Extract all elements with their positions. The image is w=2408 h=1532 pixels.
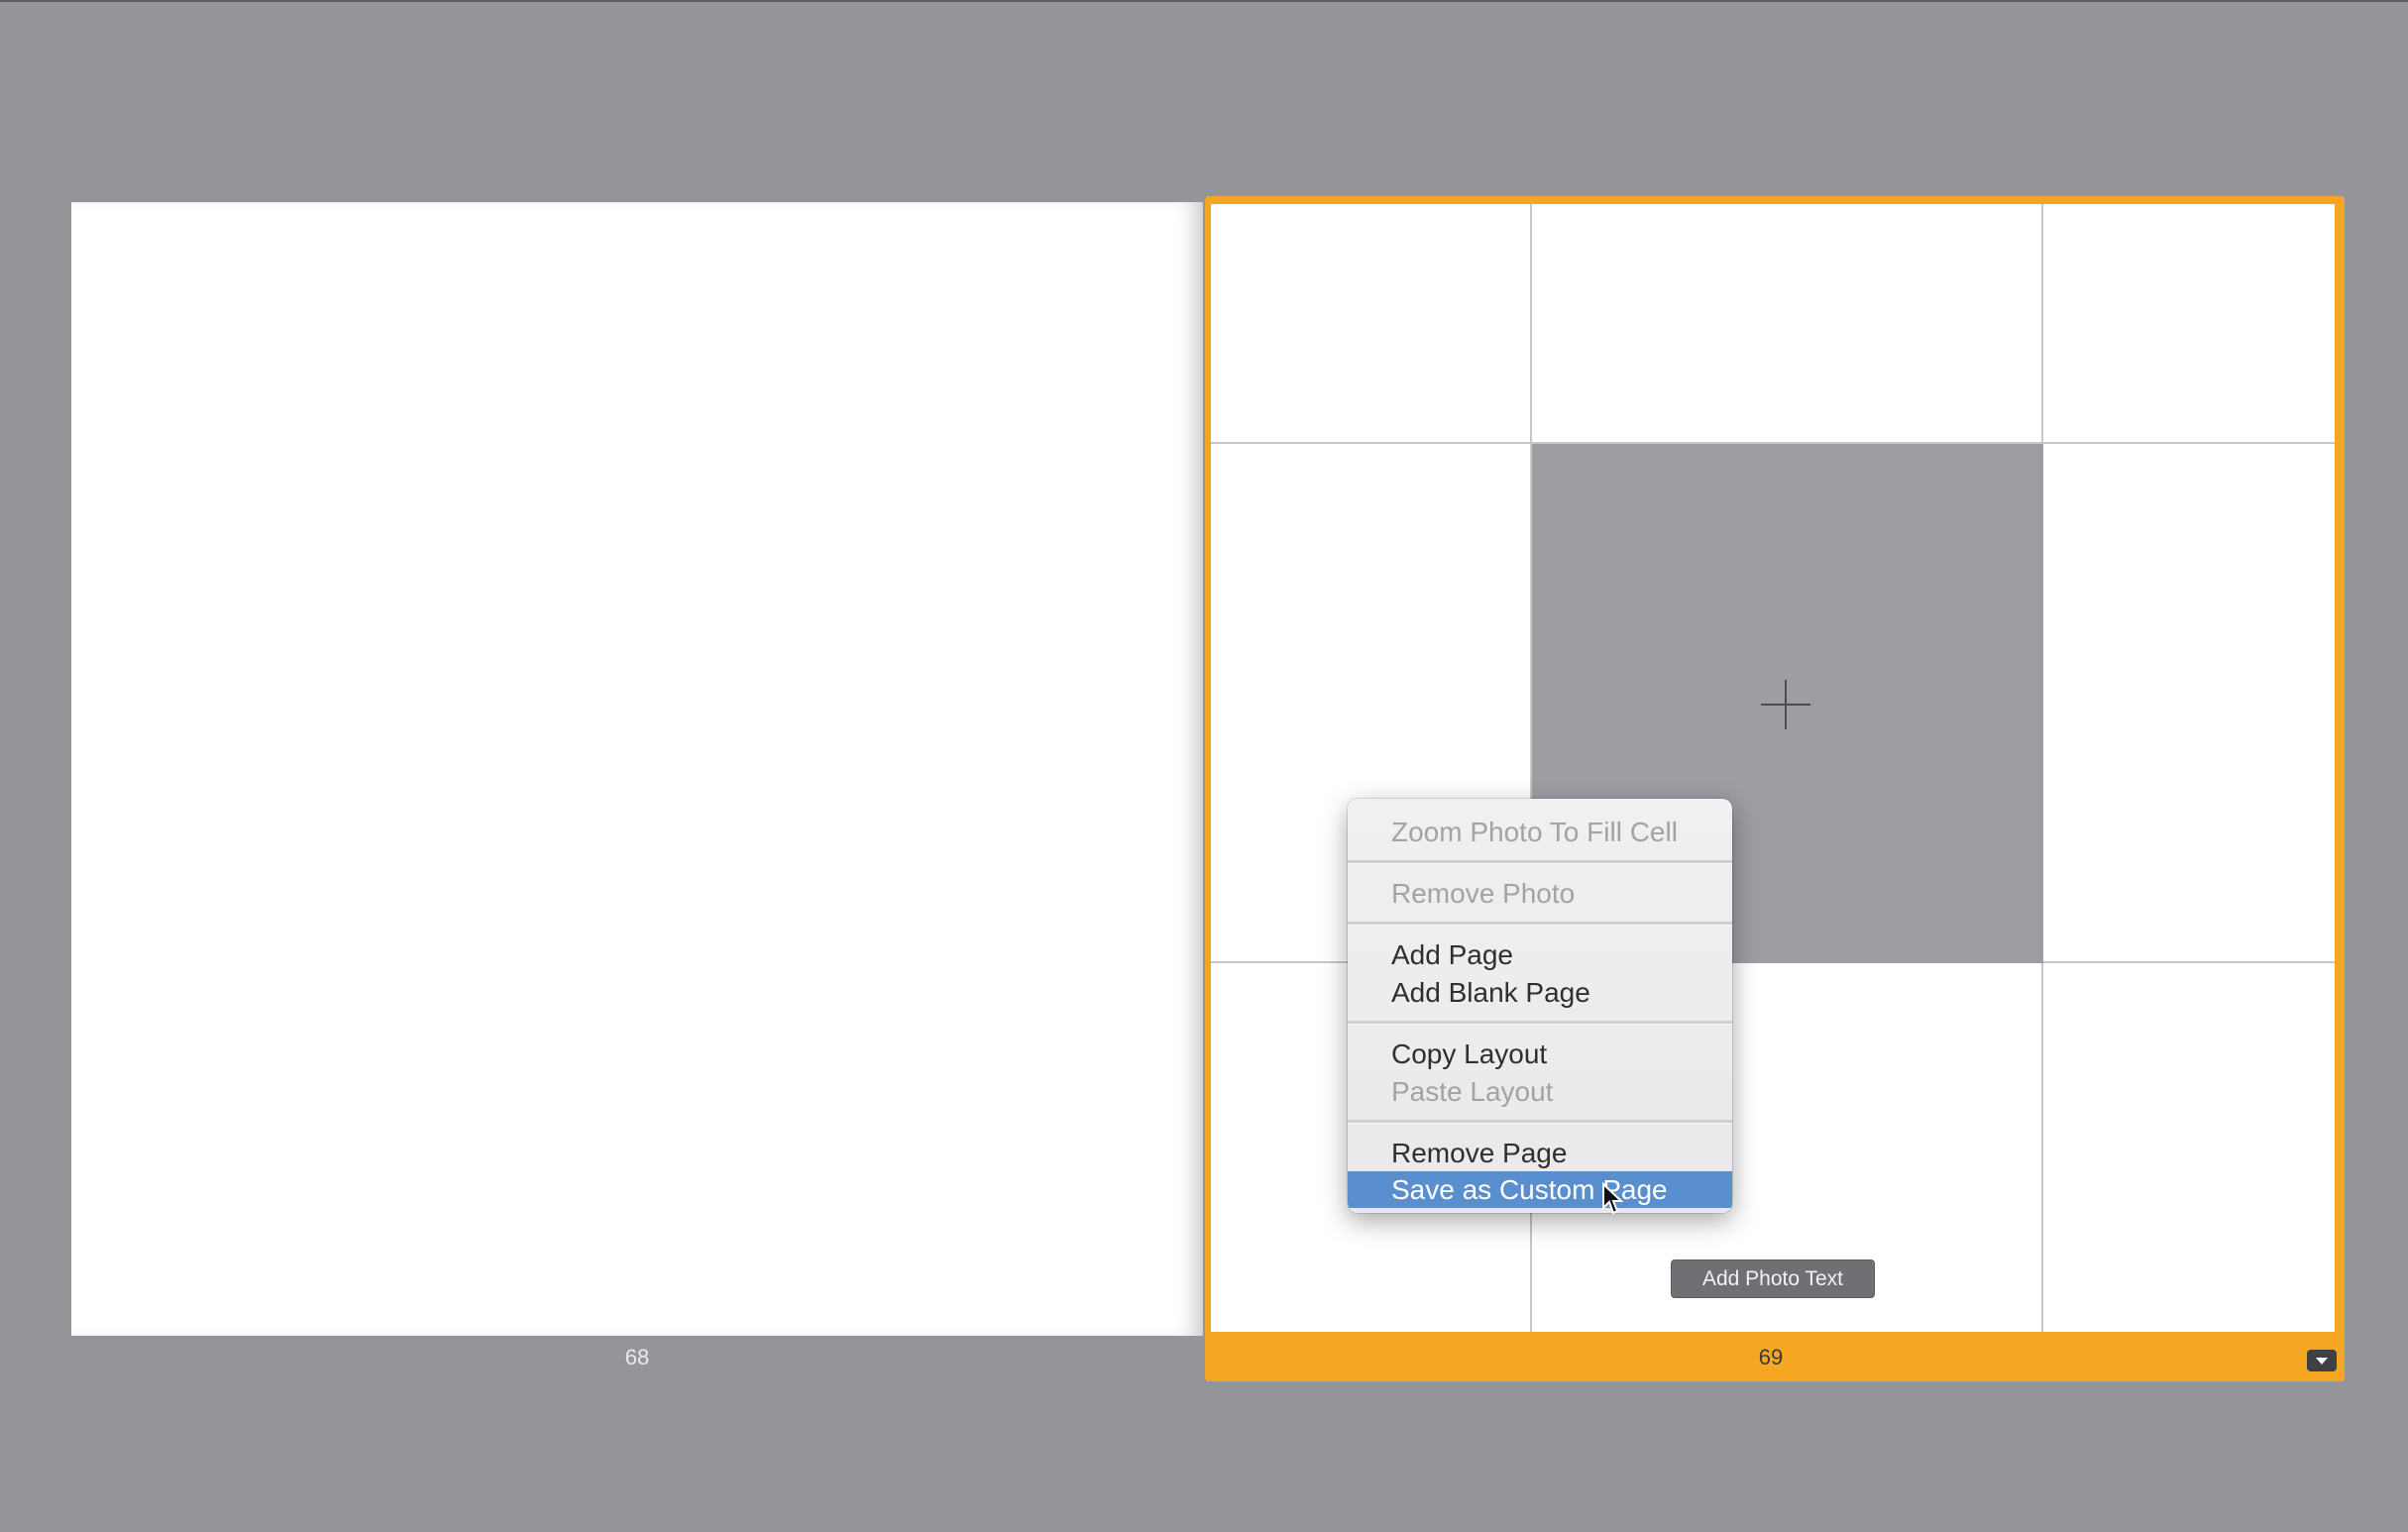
page-number-right: 69 xyxy=(1758,1345,1784,1369)
menu-item-paste-layout[interactable]: Paste Layout xyxy=(1348,1073,1732,1110)
menu-item-remove-photo[interactable]: Remove Photo xyxy=(1348,875,1732,912)
menu-item-add-blank-page[interactable]: Add Blank Page xyxy=(1348,974,1732,1011)
menu-separator xyxy=(1348,1021,1732,1025)
menu-item-zoom-photo-to-fill-cell[interactable]: Zoom Photo To Fill Cell xyxy=(1348,814,1732,850)
menu-item-copy-layout[interactable]: Copy Layout xyxy=(1348,1036,1732,1072)
menu-item-remove-page[interactable]: Remove Page xyxy=(1348,1135,1732,1171)
menu-item-save-as-custom-page[interactable]: Save as Custom Page xyxy=(1348,1171,1732,1208)
window-top-border xyxy=(0,0,2408,2)
book-page-left[interactable] xyxy=(71,202,1203,1336)
plus-icon xyxy=(1785,680,1787,729)
menu-separator xyxy=(1348,922,1732,926)
page-number-left: 68 xyxy=(624,1345,650,1369)
context-menu: Zoom Photo To Fill Cell Remove Photo Add… xyxy=(1348,799,1732,1213)
page-menu-dropdown-icon[interactable] xyxy=(2307,1350,2337,1371)
add-photo-text-button[interactable]: Add Photo Text xyxy=(1671,1259,1875,1298)
menu-separator xyxy=(1348,1120,1732,1124)
menu-separator xyxy=(1348,860,1732,864)
mouse-pointer-icon xyxy=(1602,1182,1623,1215)
menu-item-add-page[interactable]: Add Page xyxy=(1348,936,1732,973)
